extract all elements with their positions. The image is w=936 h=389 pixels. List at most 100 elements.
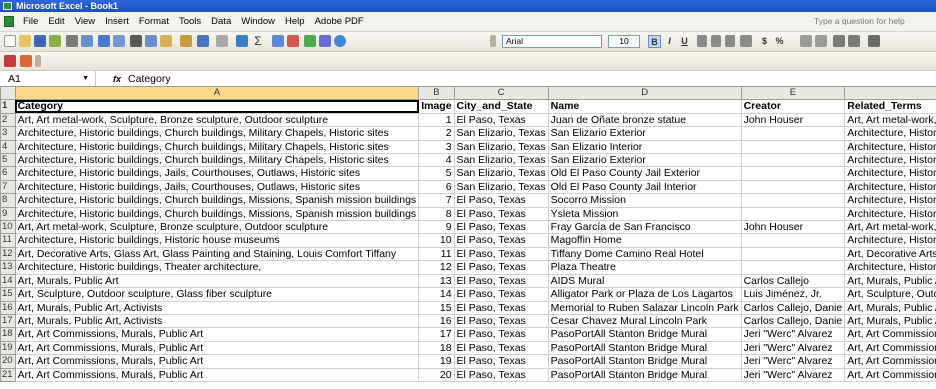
cell-related-terms[interactable]: Art, Murals, Public Art (844, 300, 936, 315)
cell-city-state[interactable]: El Paso, Texas (453, 313, 549, 329)
cell-related-terms[interactable]: Art, Sculpture, Outdoo (844, 287, 936, 302)
cell-image[interactable]: 6 (418, 179, 455, 195)
cell-city-state[interactable]: El Paso, Texas (453, 246, 549, 262)
cell-city-state[interactable]: El Paso, Texas (453, 220, 549, 235)
cell-image[interactable]: 5 (418, 166, 455, 181)
cell-name[interactable]: San Elizario Exterior (547, 153, 742, 168)
cell-city-state[interactable]: San Elizario, Texas (453, 153, 549, 168)
cell-creator[interactable] (740, 166, 846, 181)
toolbar-options-icon[interactable] (35, 55, 41, 67)
function-icon[interactable]: fx (113, 71, 121, 87)
chart-wizard-icon[interactable] (304, 35, 316, 47)
cell-city-state[interactable]: El Paso, Texas (453, 327, 549, 342)
name-box[interactable]: A1 ▼ (0, 71, 96, 87)
cell-city-header[interactable]: City_and_State (453, 99, 549, 114)
row-header[interactable]: 13 (0, 260, 16, 275)
cell-creator[interactable]: Carlos Callejo, Danie (740, 313, 846, 329)
cell-name[interactable]: San Elizario Exterior (547, 126, 742, 141)
cell-creator[interactable]: Luis Jiménez, Jr. (740, 287, 846, 302)
cell-related-terms[interactable]: Architecture, Historic b (844, 179, 936, 195)
cell-name[interactable]: Juan de Oñate bronze statue (547, 112, 742, 128)
cell-name-header[interactable]: Name (547, 99, 742, 114)
cell-creator[interactable] (740, 139, 846, 155)
workbook-icon[interactable] (4, 16, 14, 27)
decrease-decimal-icon[interactable] (815, 35, 827, 47)
cell-category[interactable]: Architecture, Historic buildings, Church… (14, 206, 420, 222)
cell-category[interactable]: Art, Art Commissions, Murals, Public Art (14, 354, 420, 369)
cell-category[interactable]: Art, Art metal-work, Sculpture, Bronze s… (14, 220, 420, 235)
cell-image[interactable]: 3 (418, 139, 455, 155)
select-all-corner[interactable] (0, 85, 16, 101)
increase-indent-icon[interactable] (848, 35, 860, 47)
permission-icon[interactable] (49, 35, 61, 47)
cell-city-state[interactable]: El Paso, Texas (453, 260, 549, 275)
copy-icon[interactable] (145, 35, 157, 47)
cell-image[interactable]: 18 (418, 340, 455, 356)
bold-button[interactable]: B (648, 35, 661, 48)
row-header[interactable]: 1 (0, 99, 16, 114)
cell-category[interactable]: Architecture, Historic buildings, Church… (14, 153, 420, 168)
percent-button[interactable]: % (773, 35, 786, 48)
row-header[interactable]: 14 (0, 273, 16, 289)
italic-button[interactable]: I (663, 35, 676, 48)
cell-name[interactable]: Memorial to Ruben Salazar Lincoln Park (547, 300, 742, 315)
cell-city-state[interactable]: San Elizario, Texas (453, 139, 549, 155)
column-header-c[interactable]: C (453, 85, 549, 101)
menu-tools[interactable]: Tools (174, 12, 206, 31)
cell-category[interactable]: Architecture, Historic buildings, Jails,… (14, 179, 420, 195)
help-icon[interactable] (334, 35, 346, 47)
cell-creator[interactable] (740, 126, 846, 141)
cell-creator[interactable] (740, 193, 846, 208)
font-name-select[interactable]: Arial (502, 35, 602, 48)
cell-image[interactable]: 8 (418, 206, 455, 222)
row-header[interactable]: 17 (0, 313, 16, 329)
translate-icon[interactable] (4, 55, 16, 67)
row-header[interactable]: 16 (0, 300, 16, 315)
cell-name[interactable]: Socorro Mission (547, 193, 742, 208)
row-header[interactable]: 8 (0, 193, 16, 208)
cell-image[interactable]: 20 (418, 367, 455, 382)
row-header[interactable]: 5 (0, 153, 16, 168)
column-header-f[interactable] (844, 85, 936, 101)
column-header-b[interactable]: B (418, 85, 455, 101)
undo-icon[interactable] (197, 35, 209, 47)
cell-creator[interactable] (740, 179, 846, 195)
drawing-icon[interactable] (319, 35, 331, 47)
align-center-icon[interactable] (711, 35, 721, 47)
research-icon[interactable] (113, 35, 125, 47)
cell-creator[interactable]: Carlos Callejo (740, 273, 846, 289)
cell-related-terms[interactable]: Architecture, Historic b (844, 139, 936, 155)
paste-icon[interactable] (160, 35, 172, 47)
menu-view[interactable]: View (70, 12, 100, 31)
row-header[interactable]: 12 (0, 246, 16, 262)
cell-related-terms[interactable]: Architecture, Historic b (844, 233, 936, 248)
row-header[interactable]: 20 (0, 354, 16, 369)
cell-related-terms[interactable]: Art, Art Commissions, (844, 354, 936, 369)
cell-category[interactable]: Architecture, Historic buildings, Histor… (14, 233, 420, 248)
cell-related-terms[interactable]: Architecture, Historic b (844, 206, 936, 222)
decrease-indent-icon[interactable] (833, 35, 845, 47)
row-header[interactable]: 4 (0, 139, 16, 155)
hyperlink-icon[interactable] (236, 35, 248, 47)
cell-creator[interactable] (740, 246, 846, 262)
chinese-conversion-icon[interactable] (20, 55, 32, 67)
cell-category[interactable]: Architecture, Historic buildings, Church… (14, 126, 420, 141)
column-header-a[interactable]: A (14, 85, 420, 101)
cell-category[interactable]: Art, Murals, Public Art, Activists (14, 313, 420, 329)
cell-city-state[interactable]: El Paso, Texas (453, 193, 549, 208)
cell-image[interactable]: 11 (418, 246, 455, 262)
cell-related-terms[interactable]: Architecture, Historic b (844, 166, 936, 181)
redo-icon[interactable] (216, 35, 228, 47)
print-icon[interactable] (66, 35, 78, 47)
cell-name[interactable]: Ysleta Mission (547, 206, 742, 222)
increase-decimal-icon[interactable] (800, 35, 812, 47)
cell-creator-header[interactable]: Creator (740, 99, 846, 114)
cell-image[interactable]: 7 (418, 193, 455, 208)
menu-data[interactable]: Data (206, 12, 236, 31)
cell-city-state[interactable]: El Paso, Texas (453, 367, 549, 382)
cell-name[interactable]: Fray García de San Francisco (547, 220, 742, 235)
cell-image[interactable]: 10 (418, 233, 455, 248)
cell-image[interactable]: 17 (418, 327, 455, 342)
borders-icon[interactable] (868, 35, 880, 47)
cell-image[interactable]: 4 (418, 153, 455, 168)
